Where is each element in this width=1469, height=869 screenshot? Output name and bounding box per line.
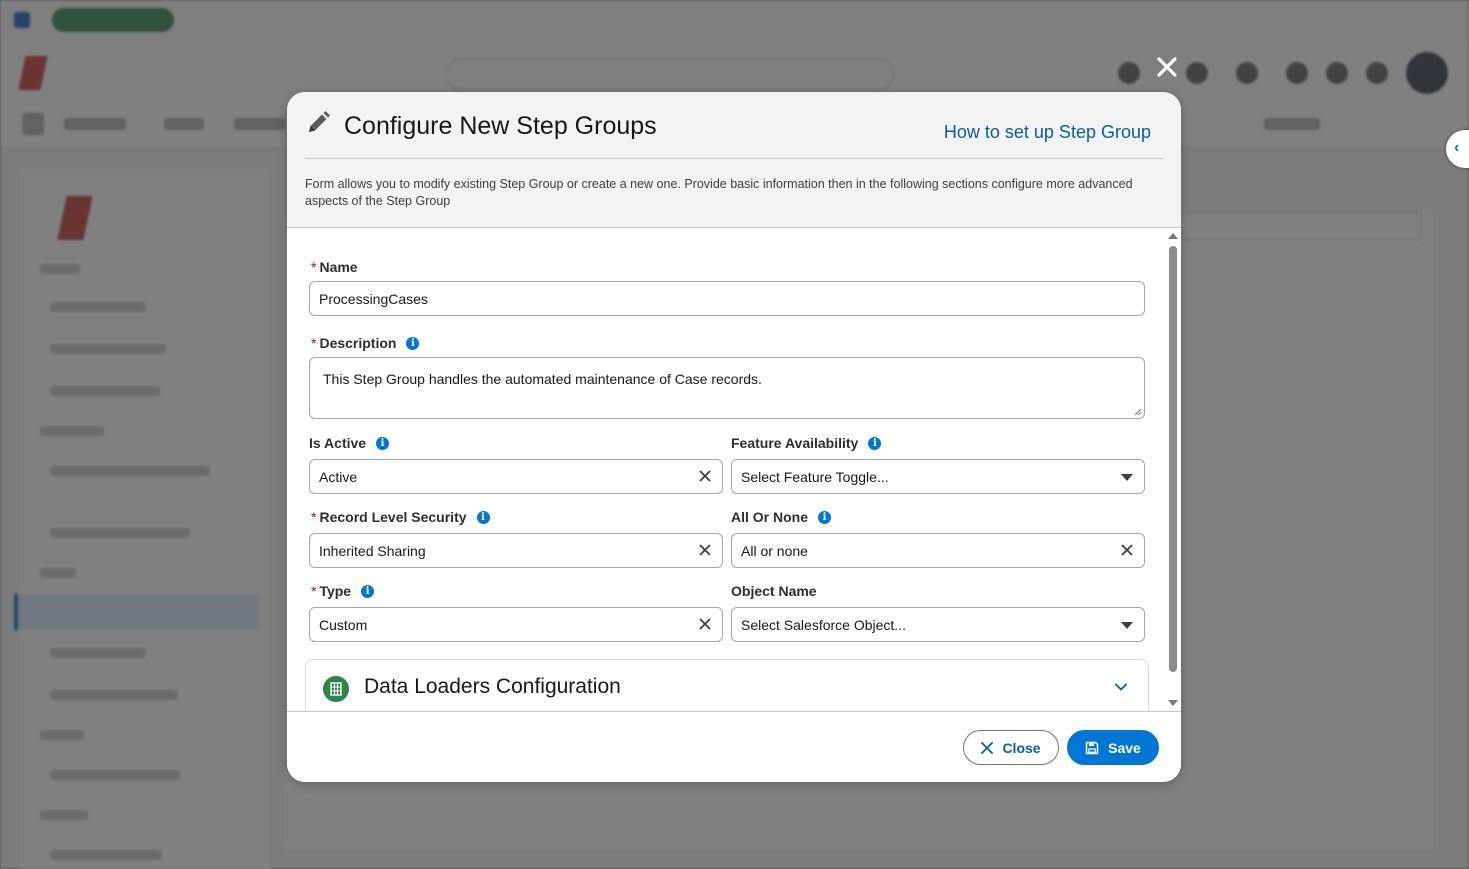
close-button-label: Close [1002,739,1041,756]
data-loaders-section-title: Data Loaders Configuration [364,675,621,698]
feature-availability-label-text: Feature Availability [731,435,859,451]
close-button[interactable]: Close [963,730,1059,765]
is-active-label-text: Is Active [309,435,367,451]
scroll-up-arrow-icon[interactable] [1168,233,1178,239]
record-level-security-value: Inherited Sharing [319,542,426,559]
object-name-select[interactable]: Select Salesforce Object... [731,607,1145,642]
object-name-placeholder: Select Salesforce Object... [741,616,906,633]
object-name-label: Object Name [731,583,817,599]
info-icon[interactable]: i [818,510,832,524]
required-marker: * [311,583,317,599]
record-level-security-combobox[interactable]: Inherited Sharing [309,533,723,568]
feature-availability-select[interactable]: Select Feature Toggle... [731,459,1145,494]
modal-description: Form allows you to modify existing Step … [305,177,1133,208]
is-active-label: Is Active i [309,435,390,451]
required-marker: * [311,259,317,275]
all-or-none-combobox[interactable]: All or none [731,533,1145,568]
info-icon[interactable]: i [361,584,375,598]
type-label-text: Type [319,583,352,599]
close-icon [1157,57,1177,77]
feature-availability-label: Feature Availability i [731,435,882,451]
caret-down-icon [1121,622,1133,629]
record-level-security-label: * Record Level Security i [311,509,490,525]
chevron-down-icon[interactable] [1114,680,1128,694]
info-icon[interactable]: i [376,436,390,450]
is-active-value: Active [319,468,358,485]
all-or-none-label: All Or None i [731,509,832,525]
description-textarea[interactable]: This Step Group handles the automated ma… [309,357,1145,419]
table-icon [323,676,349,702]
header-divider [305,158,1163,159]
save-button-label: Save [1108,739,1141,756]
scroll-down-arrow-icon[interactable] [1168,700,1178,706]
info-icon[interactable]: i [476,510,490,524]
type-value: Custom [319,616,368,633]
name-value: ProcessingCases [319,290,428,307]
modal-footer: Close Save [287,711,1181,782]
object-name-label-text: Object Name [731,583,817,599]
clear-icon[interactable] [698,543,712,557]
modal-header: Configure New Step Groups How to set up … [287,92,1181,228]
chevron-left-icon: ‹ [1454,139,1460,156]
modal-close-icon[interactable] [1154,56,1180,82]
scrollbar-thumb[interactable] [1169,246,1177,672]
caret-down-icon [1121,474,1133,481]
name-label: * Name [311,259,358,275]
pencil-icon [309,111,330,132]
info-icon[interactable]: i [406,336,420,350]
description-value: This Step Group handles the automated ma… [323,371,762,387]
clear-icon[interactable] [1120,543,1134,557]
clear-icon[interactable] [698,469,712,483]
data-loaders-section-header[interactable]: Data Loaders Configuration [305,659,1149,719]
help-link[interactable]: How to set up Step Group [944,122,1151,143]
description-label-text: Description [319,335,397,351]
required-marker: * [311,509,317,525]
feature-availability-placeholder: Select Feature Toggle... [741,468,889,485]
modal-body: * Name ProcessingCases * Description i T… [287,229,1181,711]
save-button[interactable]: Save [1067,730,1159,765]
info-icon[interactable]: i [868,436,882,450]
all-or-none-label-text: All Or None [731,509,809,525]
close-icon [981,741,994,754]
type-label: * Type i [311,583,375,599]
type-combobox[interactable]: Custom [309,607,723,642]
modal-title: Configure New Step Groups [344,112,657,140]
record-level-security-label-text: Record Level Security [319,509,467,525]
name-label-text: Name [319,259,358,275]
configure-step-group-modal: Configure New Step Groups How to set up … [287,92,1181,782]
clear-icon[interactable] [698,617,712,631]
description-label: * Description i [311,335,420,351]
all-or-none-value: All or none [741,542,808,559]
is-active-combobox[interactable]: Active [309,459,723,494]
save-icon [1085,741,1099,754]
required-marker: * [311,335,317,351]
name-input[interactable]: ProcessingCases [309,281,1145,316]
resize-handle-icon[interactable] [1134,408,1142,416]
